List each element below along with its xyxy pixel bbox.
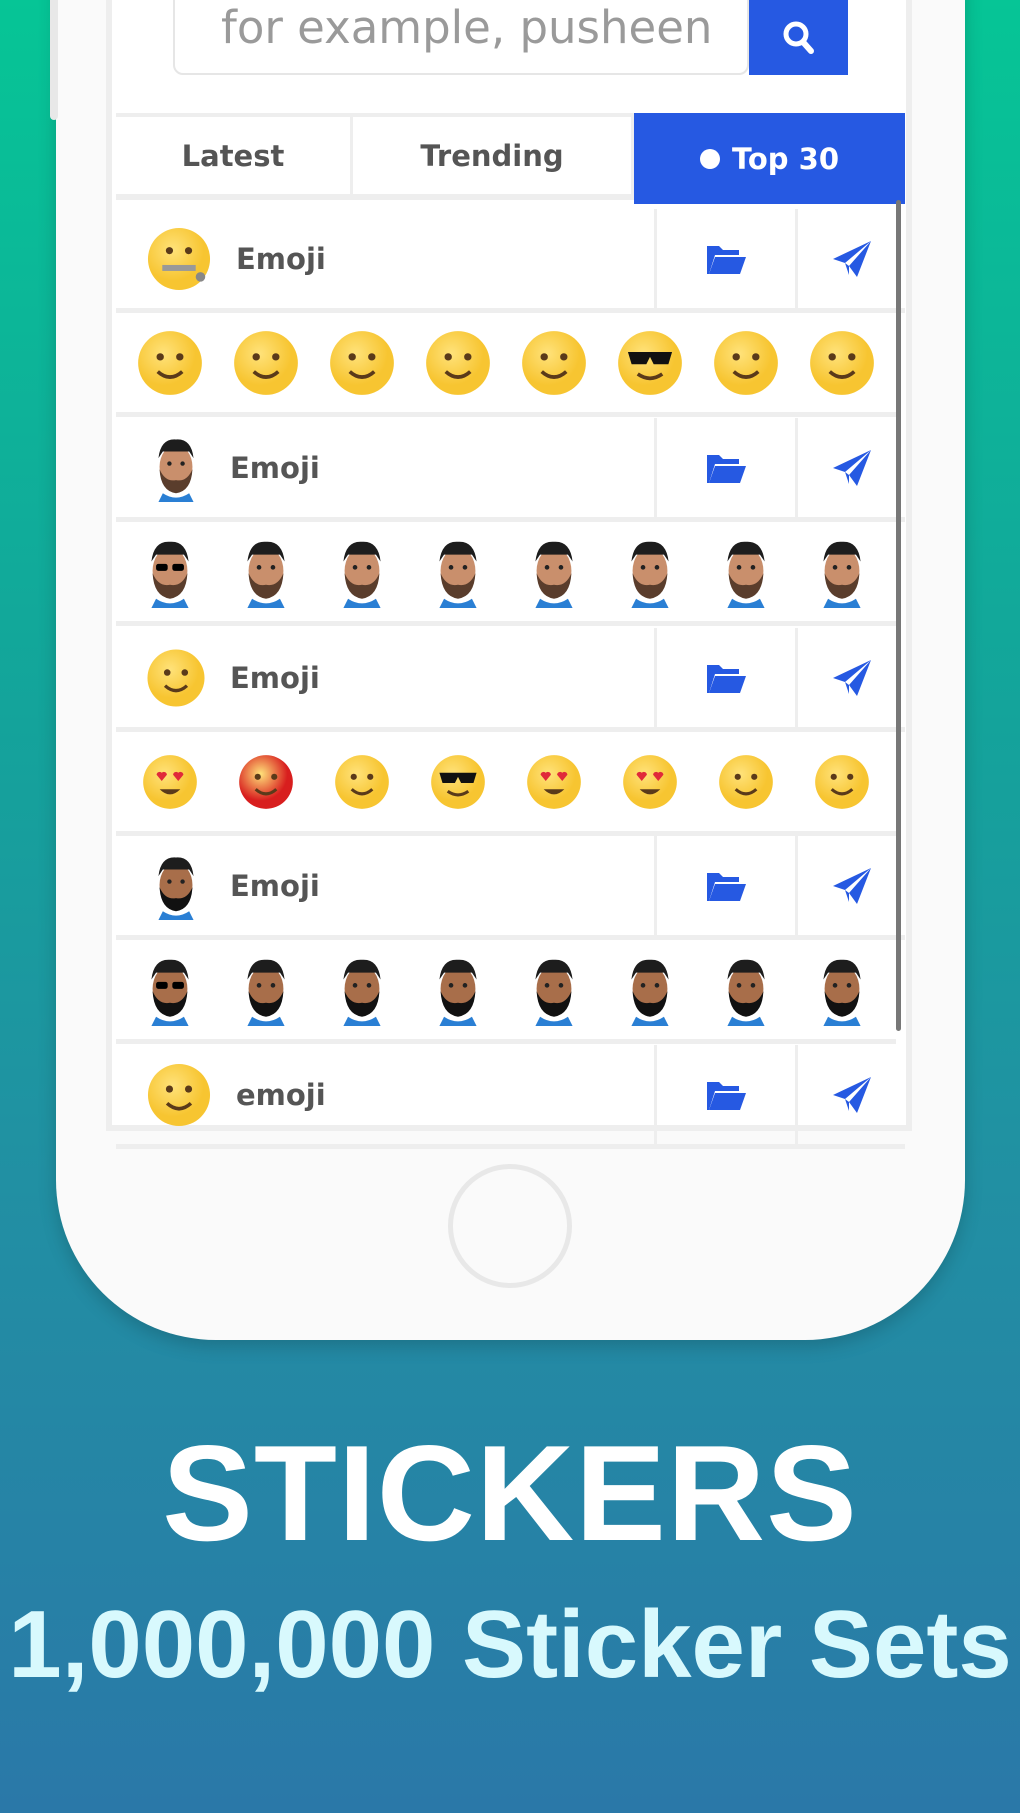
dark-man-exploding-sticker-icon[interactable] bbox=[614, 954, 686, 1026]
bearded-man-cover-icon[interactable] bbox=[142, 434, 210, 502]
open-folder-button[interactable] bbox=[657, 1045, 798, 1144]
thinking-face-sticker-icon[interactable] bbox=[324, 325, 400, 401]
zipper-mouth-face-cover-icon[interactable] bbox=[142, 222, 216, 296]
unamused-face-sticker-icon[interactable] bbox=[330, 750, 394, 814]
sticker-set-name: Emoji bbox=[236, 241, 326, 276]
bearded-man-neutral-sticker-icon[interactable] bbox=[518, 536, 590, 608]
active-dot-icon bbox=[699, 148, 720, 169]
paper-plane-icon bbox=[832, 1076, 871, 1113]
send-button[interactable] bbox=[798, 209, 905, 308]
sticker-set-name: Emoji bbox=[230, 868, 320, 903]
tab-bar: Latest Trending Top 30 bbox=[116, 113, 905, 204]
send-button[interactable] bbox=[798, 836, 905, 935]
dark-man-smiling-sticker-icon[interactable] bbox=[710, 954, 782, 1026]
paper-plane-icon bbox=[832, 867, 871, 904]
dark-man-winking-sticker-icon[interactable] bbox=[230, 954, 302, 1026]
sticker-set-name: Emoji bbox=[230, 450, 320, 485]
dark-bearded-man-cover-icon[interactable] bbox=[142, 852, 210, 920]
search-button[interactable] bbox=[749, 0, 848, 75]
headline: STICKERS bbox=[162, 1417, 858, 1569]
sticker-preview-row bbox=[116, 940, 896, 1044]
tears-of-joy-face-sticker-icon[interactable] bbox=[516, 325, 592, 401]
sticker-set-header[interactable]: Emoji bbox=[116, 836, 905, 940]
bearded-man-sunglasses-sticker-icon[interactable] bbox=[134, 536, 206, 608]
home-button[interactable] bbox=[448, 1164, 572, 1288]
dark-man-neutral-sticker-icon[interactable] bbox=[326, 954, 398, 1026]
sticker-set-name: emoji bbox=[236, 1077, 326, 1112]
confused-face-sticker-icon[interactable] bbox=[714, 750, 778, 814]
open-folder-button[interactable] bbox=[657, 418, 798, 517]
tab-label: Top 30 bbox=[731, 141, 840, 176]
paper-plane-icon bbox=[832, 449, 871, 486]
sticker-set-title-cell[interactable]: emoji bbox=[116, 1045, 657, 1144]
smiling-face-cover-icon[interactable] bbox=[142, 644, 210, 712]
mustache-sunglasses-face-sticker-icon[interactable] bbox=[426, 750, 490, 814]
sticker-set-title-cell[interactable]: Emoji bbox=[116, 836, 657, 935]
sunglasses-face-sticker-icon[interactable] bbox=[612, 325, 688, 401]
sticker-set-header[interactable]: Emoji bbox=[116, 628, 905, 732]
tab-top-30[interactable]: Top 30 bbox=[634, 113, 905, 204]
smirking-face-sticker-icon[interactable] bbox=[810, 750, 874, 814]
open-folder-button[interactable] bbox=[657, 628, 798, 727]
phone-side-button bbox=[50, 0, 58, 120]
tab-latest[interactable]: Latest bbox=[116, 117, 353, 194]
bearded-man-winking-sticker-icon[interactable] bbox=[614, 536, 686, 608]
send-button[interactable] bbox=[798, 628, 905, 727]
search-input[interactable]: for example, pusheen bbox=[173, 0, 749, 75]
heart-eyes-face-sticker-icon[interactable] bbox=[138, 750, 202, 814]
dark-man-halo-sticker-icon[interactable] bbox=[806, 954, 878, 1026]
dark-man-smirking-sticker-icon[interactable] bbox=[518, 954, 590, 1026]
bearded-man-shouting-sticker-icon[interactable] bbox=[422, 536, 494, 608]
paper-plane-icon bbox=[832, 659, 871, 696]
bearded-man-surprised-sticker-icon[interactable] bbox=[326, 536, 398, 608]
sticker-preview-row bbox=[116, 313, 896, 417]
winking-tongue-face-sticker-icon[interactable] bbox=[228, 325, 304, 401]
sticker-set-title-cell[interactable]: Emoji bbox=[116, 628, 657, 727]
bearded-man-smiling-sticker-icon[interactable] bbox=[806, 536, 878, 608]
bearded-man-sweating-sticker-icon[interactable] bbox=[710, 536, 782, 608]
folder-open-icon bbox=[707, 872, 746, 901]
angry-red-face-sticker-icon[interactable] bbox=[234, 750, 298, 814]
tab-trending[interactable]: Trending bbox=[353, 117, 634, 194]
relieved-face-sticker-icon[interactable] bbox=[708, 325, 784, 401]
sticker-set-header[interactable]: emoji bbox=[116, 1045, 905, 1149]
winking-face-sticker-icon[interactable] bbox=[132, 325, 208, 401]
rolling-laughing-face-sticker-icon[interactable] bbox=[420, 325, 496, 401]
send-button[interactable] bbox=[798, 418, 905, 517]
dark-man-sunglasses-sticker-icon[interactable] bbox=[134, 954, 206, 1026]
tab-label: Trending bbox=[420, 138, 564, 173]
dark-man-shouting-sticker-icon[interactable] bbox=[422, 954, 494, 1026]
scrollbar[interactable] bbox=[896, 200, 901, 1031]
smiling-face-leaf-cover-icon[interactable] bbox=[142, 1058, 216, 1132]
search-icon bbox=[783, 21, 814, 54]
folder-open-icon bbox=[707, 245, 746, 274]
bearded-man-laughing-sticker-icon[interactable] bbox=[230, 536, 302, 608]
sticker-set-header[interactable]: Emoji bbox=[116, 209, 905, 313]
send-button[interactable] bbox=[798, 1045, 905, 1144]
sticker-set-title-cell[interactable]: Emoji bbox=[116, 418, 657, 517]
heart-eyes-tongue-face-sticker-icon[interactable] bbox=[618, 750, 682, 814]
tab-label: Latest bbox=[181, 138, 285, 173]
open-folder-button[interactable] bbox=[657, 836, 798, 935]
sticker-set-name: Emoji bbox=[230, 660, 320, 695]
sticker-set-header[interactable]: Emoji bbox=[116, 418, 905, 522]
heart-eyes-hug-face-sticker-icon[interactable] bbox=[522, 750, 586, 814]
sticker-preview-row bbox=[116, 522, 896, 626]
subheadline: 1,000,000 Sticker Sets bbox=[8, 1591, 1012, 1698]
folder-open-icon bbox=[707, 664, 746, 693]
paper-plane-icon bbox=[832, 240, 871, 277]
sticker-set-title-cell[interactable]: Emoji bbox=[116, 209, 657, 308]
sticker-preview-row bbox=[116, 732, 896, 836]
thermometer-face-sticker-icon[interactable] bbox=[804, 325, 880, 401]
folder-open-icon bbox=[707, 454, 746, 483]
folder-open-icon bbox=[707, 1081, 746, 1110]
open-folder-button[interactable] bbox=[657, 209, 798, 308]
